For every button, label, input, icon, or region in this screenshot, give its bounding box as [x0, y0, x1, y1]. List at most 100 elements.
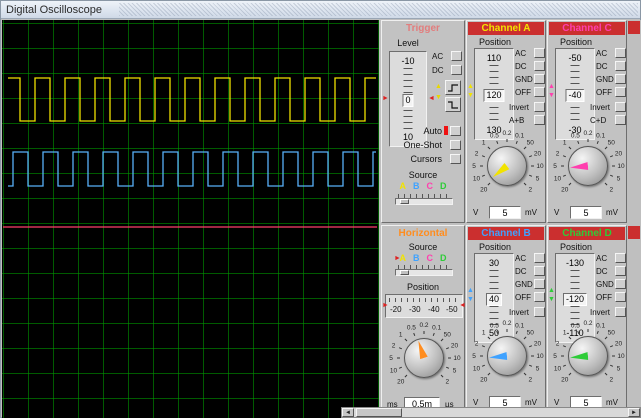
invert-label: Invert — [590, 307, 611, 317]
oscilloscope-window: Digital Oscilloscope Trigger Level -10 0… — [0, 0, 641, 418]
channel-b-off-button[interactable] — [534, 292, 545, 302]
slider-thumb[interactable] — [400, 270, 409, 275]
channel-c-title: Channel C — [549, 22, 625, 35]
channel-d-invert-button[interactable] — [615, 307, 626, 317]
channel-d-dc-button[interactable] — [615, 266, 626, 276]
svg-text:10: 10 — [536, 353, 544, 360]
horizontal-scrollbar[interactable]: ◄ ► — [341, 407, 641, 418]
channel-a-invert-button[interactable] — [534, 102, 545, 112]
position-down-arrow-icon[interactable]: ▼ — [548, 92, 555, 99]
cursors-button[interactable] — [450, 154, 461, 164]
position-up-arrow-icon[interactable]: ▲ — [467, 83, 474, 90]
channel-a-gnd-button[interactable] — [534, 74, 545, 84]
channel-c-dc-button[interactable] — [615, 61, 626, 71]
position-up-arrow-icon[interactable]: ▲ — [548, 287, 555, 294]
trigger-ac-button[interactable] — [451, 51, 462, 61]
channel-c-position-slider[interactable]: -50 -40 -30 — [555, 48, 595, 140]
level-marker-left-icon[interactable]: ► — [382, 95, 389, 102]
position-marker-left-icon[interactable]: ► — [382, 302, 389, 309]
position-down-arrow-icon[interactable]: ▼ — [467, 296, 474, 303]
source-d-label: D — [440, 253, 447, 263]
millivolts-unit-label: mV — [606, 398, 618, 407]
svg-text:2: 2 — [609, 376, 613, 383]
a-plus-b-label: A+B — [509, 115, 525, 125]
channel-c-ac-button[interactable] — [615, 48, 626, 58]
horizontal-position-slider[interactable]: -20 -30 -40 -50 — [385, 294, 463, 318]
svg-text:20: 20 — [451, 342, 459, 349]
dc-label: DC — [515, 266, 527, 276]
scrollbar-thumb[interactable] — [356, 408, 402, 417]
horizontal-source-slider[interactable] — [395, 265, 453, 276]
title-bar[interactable]: Digital Oscilloscope — [1, 1, 640, 19]
edge-up-arrow-icon[interactable]: ▲ — [435, 83, 442, 90]
channel-c-gnd-button[interactable] — [615, 74, 626, 84]
horizontal-source-label: Source — [408, 242, 438, 252]
svg-text:20: 20 — [480, 376, 488, 383]
position-down-arrow-icon[interactable]: ▼ — [467, 92, 474, 99]
channel-a-sum-button[interactable] — [534, 115, 545, 125]
source-c-label: C — [426, 181, 434, 191]
channel-d-gnd-button[interactable] — [615, 279, 626, 289]
clipped-panel-title — [628, 21, 640, 34]
channel-b-gnd-button[interactable] — [534, 279, 545, 289]
channel-c-sum-button[interactable] — [615, 115, 626, 125]
knob-face[interactable] — [404, 338, 444, 378]
position-up-arrow-icon[interactable]: ▲ — [467, 287, 474, 294]
slider-thumb[interactable] — [400, 199, 409, 204]
timebase-knob[interactable]: 20 10 5 2 1 0.5 0.2 0.1 50 20 10 5 2 — [386, 320, 462, 396]
scroll-right-button[interactable]: ► — [628, 408, 640, 417]
channel-a-gain-knob[interactable]: 20 10 5 2 1 0.5 0.2 0.1 50 20 10 5 2 — [469, 128, 545, 204]
level-marker-right-icon[interactable]: ◄ — [428, 95, 435, 102]
channel-d-ac-button[interactable] — [615, 253, 626, 263]
svg-text:20: 20 — [480, 186, 488, 193]
channel-d-off-button[interactable] — [615, 292, 626, 302]
coupling-row: DC — [596, 61, 626, 71]
channel-c-gain-knob[interactable]: 20 10 5 2 1 0.5 0.2 0.1 50 20 10 5 2 — [550, 128, 626, 204]
position-marker-right-icon[interactable]: ◄ — [459, 302, 466, 309]
channel-b-invert-button[interactable] — [534, 307, 545, 317]
channel-c-invert-button[interactable] — [615, 102, 626, 112]
tick-label: -20 — [390, 305, 402, 314]
invert-label: Invert — [590, 102, 611, 112]
one-shot-button[interactable] — [450, 140, 461, 150]
channel-a-dc-button[interactable] — [534, 61, 545, 71]
channel-b-dc-button[interactable] — [534, 266, 545, 276]
gnd-label: GND — [596, 74, 614, 84]
svg-text:0.2: 0.2 — [583, 320, 592, 327]
source-c-label: C — [426, 253, 434, 263]
tick-label: 30 — [475, 258, 513, 268]
channel-b-gain-knob[interactable]: 20 10 5 2 1 0.5 0.2 0.1 50 20 10 5 2 — [469, 318, 545, 394]
channel-a-trace — [8, 77, 376, 122]
position-up-arrow-icon[interactable]: ▲ — [548, 83, 555, 90]
invert-label: Invert — [509, 102, 530, 112]
channel-a-off-button[interactable] — [534, 87, 545, 97]
channel-d-title: Channel D — [549, 227, 625, 240]
channel-a-ac-button[interactable] — [534, 48, 545, 58]
channel-a-position-slider[interactable]: 110 120 130 — [474, 48, 514, 140]
svg-text:2: 2 — [556, 150, 560, 157]
coupling-row: AC — [515, 253, 545, 263]
coupling-row: DC — [515, 266, 545, 276]
channel-b-ac-button[interactable] — [534, 253, 545, 263]
position-value: -120 — [562, 293, 588, 306]
trigger-source-slider[interactable] — [395, 194, 453, 205]
coupling-row: GND — [515, 74, 545, 84]
channel-c-off-button[interactable] — [615, 87, 626, 97]
svg-text:2: 2 — [445, 378, 449, 385]
scroll-left-button[interactable]: ◄ — [342, 408, 354, 417]
scrollbar-track[interactable] — [354, 408, 628, 417]
svg-text:10: 10 — [554, 366, 562, 373]
tick-label: -30 — [409, 305, 421, 314]
rising-edge-button[interactable] — [445, 80, 461, 95]
edge-down-arrow-icon[interactable]: ▼ — [435, 94, 442, 101]
auto-label: Auto — [423, 126, 442, 136]
auto-button[interactable] — [450, 126, 461, 136]
position-down-arrow-icon[interactable]: ▼ — [548, 296, 555, 303]
channel-d-gain-knob[interactable]: 20 10 5 2 1 0.5 0.2 0.1 50 20 10 5 2 — [550, 318, 626, 394]
trigger-dc-button[interactable] — [451, 65, 462, 75]
trigger-dc-row: DC — [432, 65, 462, 75]
coupling-row: GND — [515, 279, 545, 289]
svg-text:0.2: 0.2 — [502, 320, 511, 327]
dc-label: DC — [432, 65, 444, 75]
falling-edge-button[interactable] — [445, 97, 461, 112]
